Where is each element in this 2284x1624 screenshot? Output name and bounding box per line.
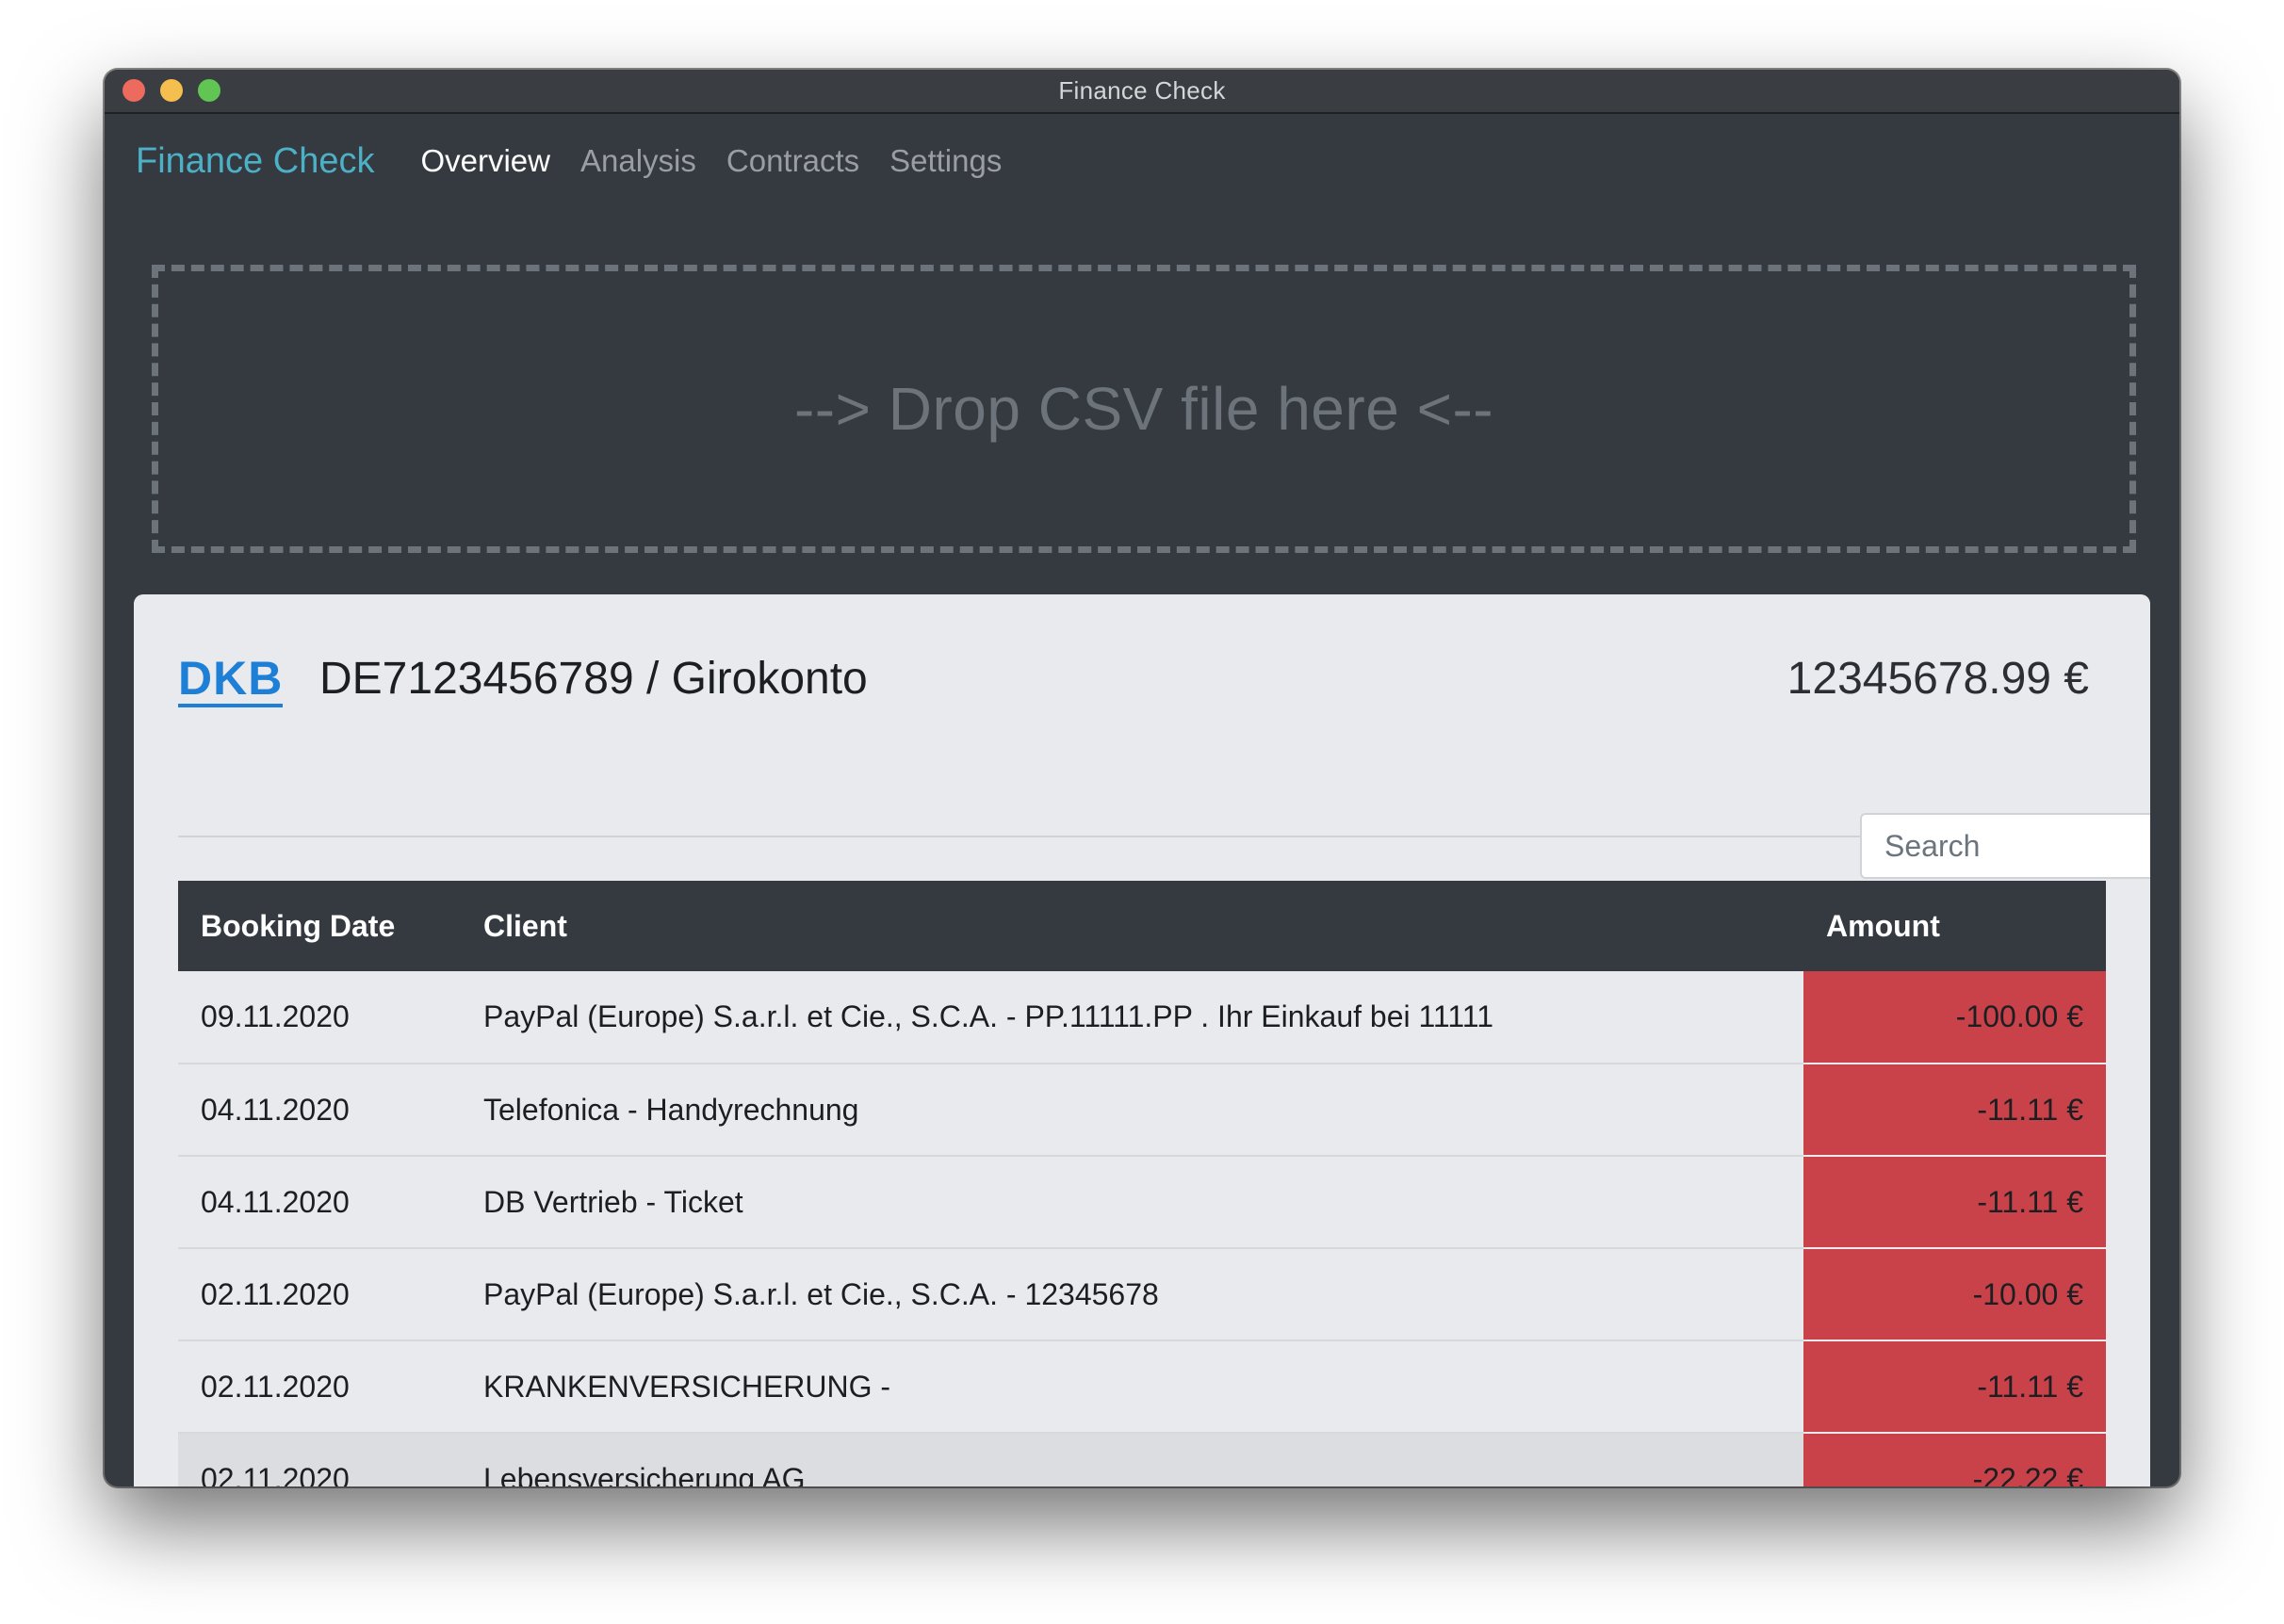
table-row[interactable]: 02.11.2020 PayPal (Europe) S.a.r.l. et C… xyxy=(178,1248,2106,1341)
cell-client: Telefonica - Handyrechnung xyxy=(483,1092,859,1127)
table-row[interactable]: 04.11.2020 Telefonica - Handyrechnung -1… xyxy=(178,1064,2106,1157)
cell-booking-date: 04.11.2020 xyxy=(201,1184,350,1219)
table-row[interactable]: 09.11.2020 PayPal (Europe) S.a.r.l. et C… xyxy=(178,971,2106,1064)
cell-amount: -10.00 € xyxy=(1803,1248,2106,1341)
header-booking-date[interactable]: Booking Date xyxy=(178,881,461,971)
cell-amount: -100.00 € xyxy=(1803,971,2106,1064)
table-header-row: Booking Date Client Amount xyxy=(178,881,2106,971)
transactions-table: Booking Date Client Amount 09.11.2020 Pa… xyxy=(178,881,2106,1486)
cell-booking-date: 02.11.2020 xyxy=(201,1461,350,1487)
cell-booking-date: 09.11.2020 xyxy=(201,999,350,1033)
cell-client: PayPal (Europe) S.a.r.l. et Cie., S.C.A.… xyxy=(483,1276,1159,1311)
cell-booking-date: 02.11.2020 xyxy=(201,1276,350,1311)
cell-client: KRANKENVERSICHERUNG - xyxy=(483,1369,891,1404)
account-header: DKB DE7123456789 / Girokonto 12345678.99… xyxy=(178,594,2106,837)
title-bar: Finance Check xyxy=(105,70,2179,114)
maximize-window-button[interactable] xyxy=(198,79,220,102)
account-card: DKB DE7123456789 / Girokonto 12345678.99… xyxy=(134,594,2150,1486)
navbar: Finance Check Overview Analysis Contract… xyxy=(105,114,2179,208)
header-client[interactable]: Client xyxy=(461,881,1803,971)
cell-client: PayPal (Europe) S.a.r.l. et Cie., S.C.A.… xyxy=(483,999,1493,1033)
header-amount[interactable]: Amount xyxy=(1803,881,2106,971)
cell-amount: -11.11 € xyxy=(1803,1340,2106,1434)
cell-amount: -11.11 € xyxy=(1803,1064,2106,1157)
app-window: Finance Check Finance Check Overview Ana… xyxy=(105,70,2179,1486)
cell-client: DB Vertrieb - Ticket xyxy=(483,1184,743,1219)
csv-dropzone[interactable]: --> Drop CSV file here <-- xyxy=(152,265,2136,553)
search-input[interactable] xyxy=(1860,813,2150,879)
cell-booking-date: 04.11.2020 xyxy=(201,1092,350,1127)
account-balance: 12345678.99 € xyxy=(1786,654,2089,704)
account-title: DE7123456789 / Girokonto xyxy=(319,654,868,704)
close-window-button[interactable] xyxy=(122,79,145,102)
nav-overview[interactable]: Overview xyxy=(420,143,550,179)
table-row[interactable]: 02.11.2020 KRANKENVERSICHERUNG - -11.11 … xyxy=(178,1340,2106,1434)
cell-amount: -11.11 € xyxy=(1803,1156,2106,1249)
minimize-window-button[interactable] xyxy=(160,79,183,102)
cell-client: Lebensversicherung AG xyxy=(483,1461,806,1487)
table-row[interactable]: 02.11.2020 Lebensversicherung AG -22.22 … xyxy=(178,1433,2106,1486)
dropzone-label: --> Drop CSV file here <-- xyxy=(793,375,1494,443)
nav-settings[interactable]: Settings xyxy=(889,143,1002,179)
cell-booking-date: 02.11.2020 xyxy=(201,1369,350,1404)
table-row[interactable]: 04.11.2020 DB Vertrieb - Ticket -11.11 € xyxy=(178,1156,2106,1249)
brand-link[interactable]: Finance Check xyxy=(136,141,374,182)
nav-analysis[interactable]: Analysis xyxy=(580,143,696,179)
window-title: Finance Check xyxy=(1058,76,1226,105)
dkb-logo: DKB xyxy=(178,655,284,707)
cell-amount: -22.22 € xyxy=(1803,1433,2106,1486)
transactions-table-wrap: Booking Date Client Amount 09.11.2020 Pa… xyxy=(178,881,2106,1486)
nav-contracts[interactable]: Contracts xyxy=(726,143,859,179)
